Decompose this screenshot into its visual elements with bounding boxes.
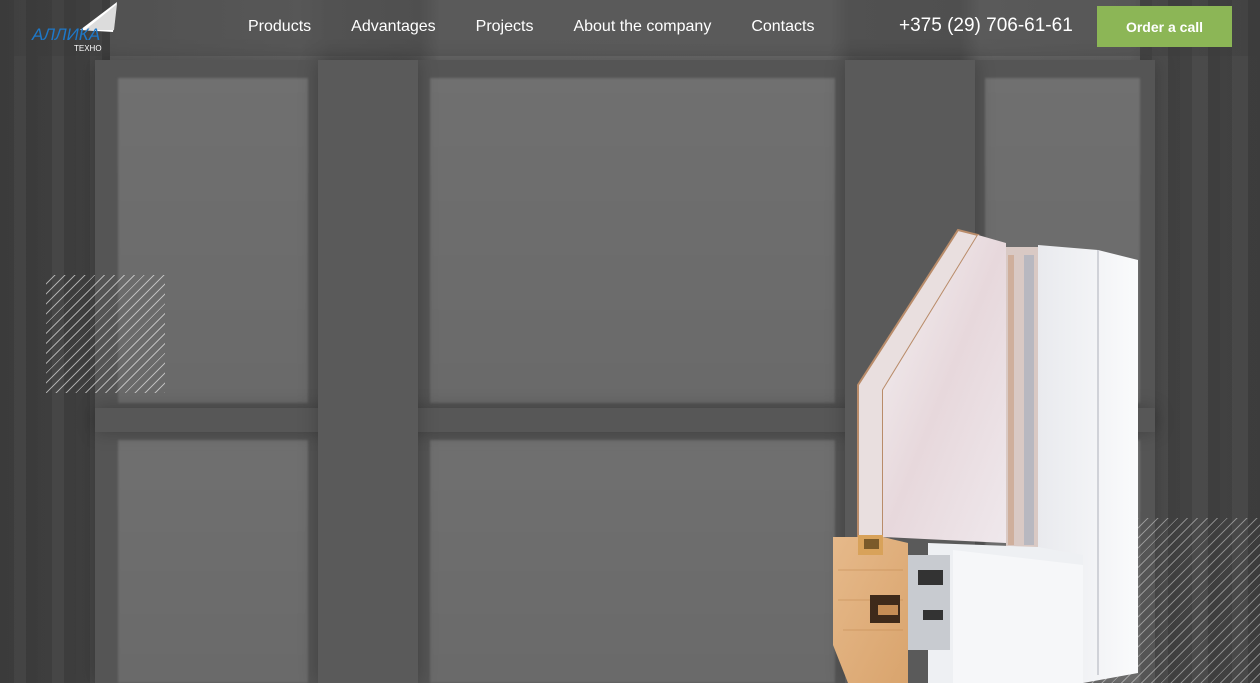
nav-item-contacts[interactable]: Contacts (751, 18, 814, 36)
logo-text: АЛЛИКА (31, 25, 100, 44)
nav-item-advantages[interactable]: Advantages (351, 18, 436, 36)
window-pane (430, 440, 835, 683)
window-mullion (318, 60, 418, 683)
main-nav: Products Advantages Projects About the c… (248, 18, 854, 36)
page: АЛЛИКА ТЕХНО Products Advantages Project… (0, 0, 1260, 683)
decorative-hatch (46, 275, 165, 393)
nav-item-about[interactable]: About the company (573, 18, 711, 36)
company-logo[interactable]: АЛЛИКА ТЕХНО (30, 2, 120, 54)
logo-subtext: ТЕХНО (74, 44, 102, 53)
nav-item-products[interactable]: Products (248, 18, 311, 36)
phone-number[interactable]: +375 (29) 706-61-61 (899, 15, 1073, 37)
window-pane (118, 440, 308, 683)
order-call-button[interactable]: Order a call (1097, 6, 1232, 47)
nav-item-projects[interactable]: Projects (476, 18, 534, 36)
window-profile-image (833, 228, 1138, 683)
site-header: АЛЛИКА ТЕХНО Products Advantages Project… (0, 0, 1260, 56)
window-pane (430, 78, 835, 403)
